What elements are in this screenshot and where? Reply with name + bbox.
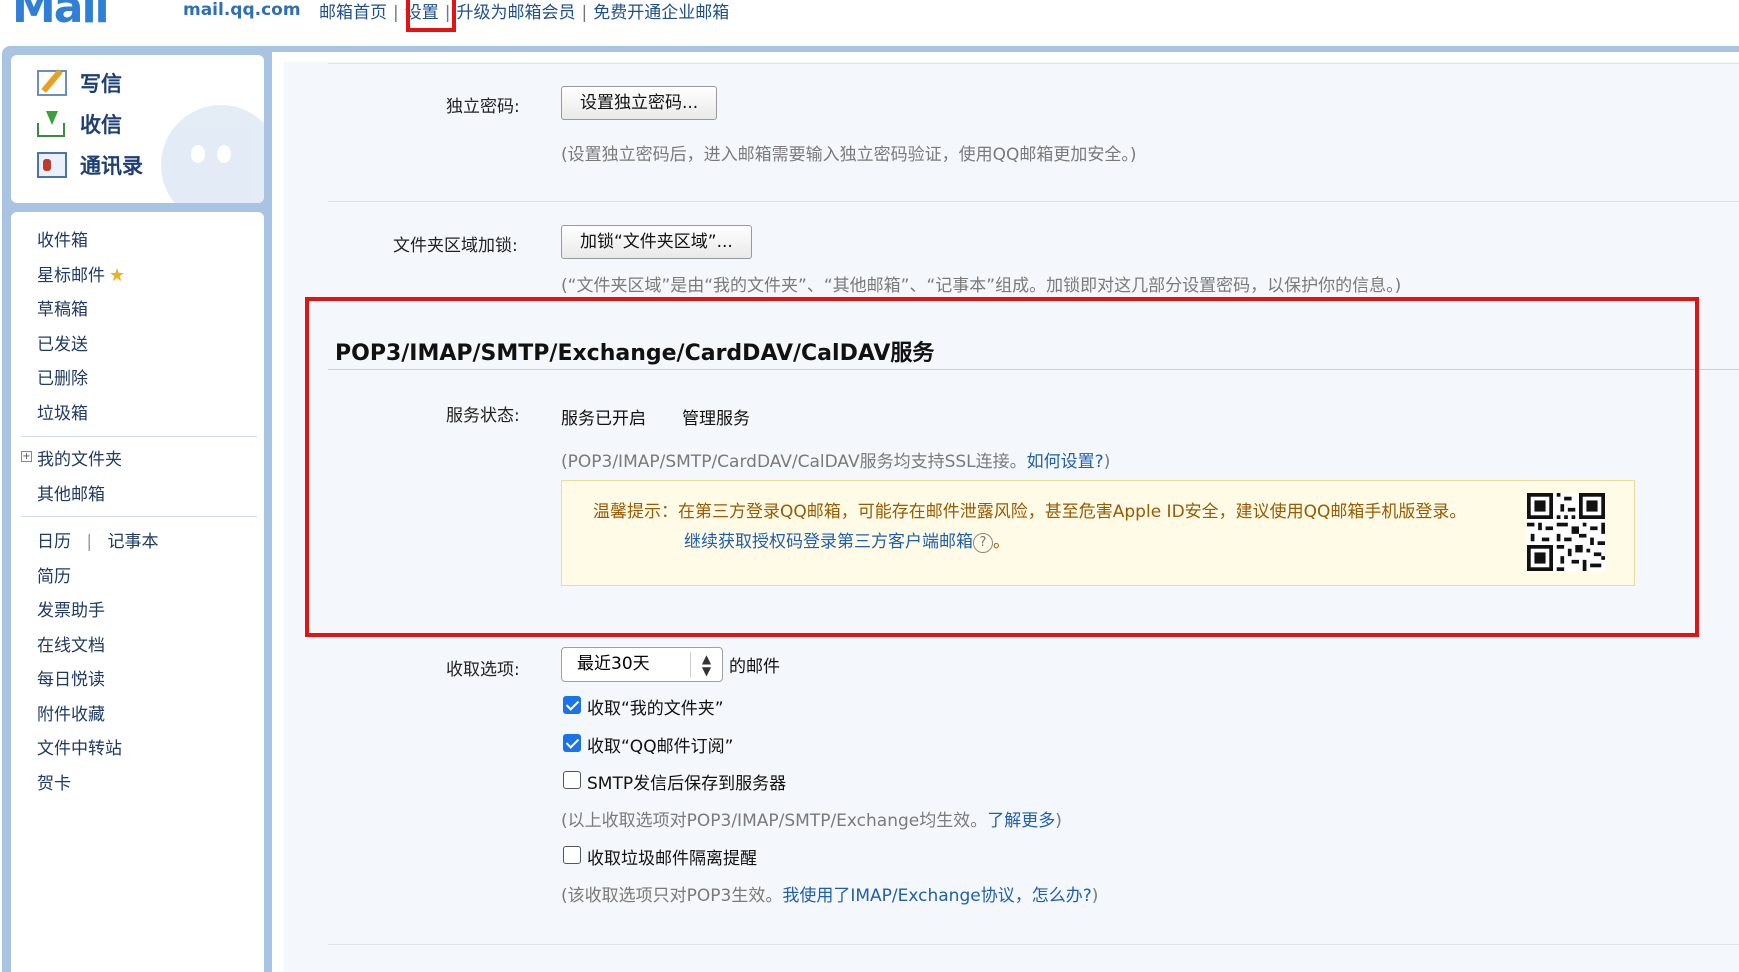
divider <box>328 201 1739 202</box>
divider <box>328 63 1739 64</box>
option-smtp-save-checkbox[interactable] <box>563 771 581 789</box>
write-icon <box>37 70 67 96</box>
option-my-folders-checkbox[interactable] <box>563 696 581 714</box>
set-password-button[interactable]: 设置独立密码... <box>561 86 718 120</box>
sidebar-item-my-folders[interactable]: 我的文件夹 <box>37 445 122 470</box>
logo-url: mail.qq.com <box>183 0 301 20</box>
contacts-button[interactable]: 通讯录 <box>37 147 143 183</box>
spam-hint: (该收取选项只对POP3生效。我使用了IMAP/Exchange协议，怎么办?) <box>561 881 1098 906</box>
option-spam-reminder-label[interactable]: 收取垃圾邮件隔离提醒 <box>587 844 757 869</box>
option-qq-subscription-checkbox[interactable] <box>563 734 581 752</box>
nav-enterprise-mail[interactable]: 免费开通企业邮箱 <box>593 3 729 23</box>
contacts-label: 通讯录 <box>80 154 143 178</box>
receive-options-label: 收取选项: <box>446 660 520 680</box>
sidebar-item-docs[interactable]: 在线文档 <box>37 631 105 656</box>
top-nav: 邮箱首页 | 设置 | 升级为邮箱会员 | 免费开通企业邮箱 <box>319 0 729 23</box>
password-hint: (设置独立密码后，进入邮箱需要输入独立密码验证，使用QQ邮箱更加安全。) <box>561 145 1137 165</box>
nav-separator: | <box>393 3 399 23</box>
expand-plus-icon[interactable]: + <box>21 451 32 462</box>
folder-lock-button[interactable]: 加锁“文件夹区域”... <box>561 225 752 259</box>
sidebar-folder-list: 收件箱 星标邮件 ★ 草稿箱 已发送 已删除 垃圾箱 + 我的文件夹 其他邮箱 日… <box>11 212 264 972</box>
sidebar-item-calendar-notes: 日历 | 记事本 <box>37 527 159 552</box>
folder-lock-hint: (“文件夹区域”是由“我的文件夹”、“其他邮箱”、“记事本”组成。加锁即对这几部… <box>561 276 1402 296</box>
sidebar-item-sent[interactable]: 已发送 <box>37 330 88 355</box>
select-arrows-icon: ▲ ▼ <box>690 652 722 677</box>
sidebar-item-attachments[interactable]: 附件收藏 <box>37 700 105 725</box>
inbox-download-icon <box>37 111 67 137</box>
receive-mail-button[interactable]: 收信 <box>37 106 122 142</box>
sidebar-item-invoice[interactable]: 发票助手 <box>37 596 105 621</box>
top-bar: Mail mail.qq.com 邮箱首页 | 设置 | 升级为邮箱会员 | 免费开通企业邮… <box>0 0 1739 46</box>
sidebar-item-notes[interactable]: 记事本 <box>108 532 159 552</box>
sidebar-divider <box>21 516 257 517</box>
option-smtp-save-label[interactable]: SMTP发信后保存到服务器 <box>587 769 786 794</box>
sidebar-quick-panel: 写信 收信 通讯录 <box>11 55 264 203</box>
option-qq-subscription-label[interactable]: 收取“QQ邮件订阅” <box>587 732 733 757</box>
sidebar-item-daily-read[interactable]: 每日悦读 <box>37 665 105 690</box>
sidebar-item-other-mail[interactable]: 其他邮箱 <box>37 480 105 505</box>
compose-button[interactable]: 写信 <box>37 65 122 101</box>
sidebar-item-deleted[interactable]: 已删除 <box>37 364 88 389</box>
contacts-icon <box>37 152 67 178</box>
password-label: 独立密码: <box>446 97 520 117</box>
folder-lock-label: 文件夹区域加锁: <box>393 236 518 256</box>
spam-hint-suffix: ) <box>1091 886 1099 906</box>
penguin-watermark <box>161 105 264 203</box>
learn-more-link[interactable]: 了解更多 <box>987 811 1055 831</box>
sidebar-item-drafts[interactable]: 草稿箱 <box>37 295 88 320</box>
pop3-section-highlight-box <box>305 297 1699 637</box>
nav-upgrade-member[interactable]: 升级为邮箱会员 <box>456 3 575 23</box>
sidebar-divider <box>21 436 257 437</box>
sidebar-item-file-transfer[interactable]: 文件中转站 <box>37 734 122 759</box>
sidebar-item-starred[interactable]: 星标邮件 ★ <box>37 261 125 286</box>
compose-label: 写信 <box>80 72 122 96</box>
sidebar-item-starred-label: 星标邮件 <box>37 266 105 286</box>
option-my-folders-label[interactable]: 收取“我的文件夹” <box>587 694 724 719</box>
receive-label: 收信 <box>80 113 122 137</box>
divider <box>328 944 1739 945</box>
star-icon: ★ <box>109 265 126 286</box>
settings-highlight-box <box>406 0 456 32</box>
nav-separator: | <box>581 3 588 23</box>
sidebar-item-calendar[interactable]: 日历 <box>37 532 71 552</box>
spam-hint-prefix: (该收取选项只对POP3生效。 <box>561 886 783 906</box>
option-spam-reminder-checkbox[interactable] <box>563 846 581 864</box>
sidebar-item-resume[interactable]: 简历 <box>37 562 71 587</box>
sidebar-separator: | <box>86 532 93 552</box>
imap-exchange-help-link[interactable]: 我使用了IMAP/Exchange协议，怎么办? <box>782 886 1091 906</box>
sidebar-item-cards[interactable]: 贺卡 <box>37 769 71 794</box>
options-hint-suffix: ) <box>1055 811 1062 831</box>
options-hint-prefix: (以上收取选项对POP3/IMAP/SMTP/Exchange均生效。 <box>561 811 988 831</box>
receive-suffix: 的邮件 <box>729 657 780 677</box>
qq-mail-logo[interactable]: Mail <box>12 0 110 30</box>
sidebar-item-spam[interactable]: 垃圾箱 <box>37 399 88 424</box>
options-hint: (以上收取选项对POP3/IMAP/SMTP/Exchange均生效。了解更多) <box>561 806 1062 831</box>
receive-range-select[interactable]: 最近30天 ▲ ▼ <box>561 647 723 682</box>
nav-mail-home[interactable]: 邮箱首页 <box>319 3 387 23</box>
receive-range-value: 最近30天 <box>577 654 650 674</box>
sidebar-item-inbox[interactable]: 收件箱 <box>37 226 88 251</box>
